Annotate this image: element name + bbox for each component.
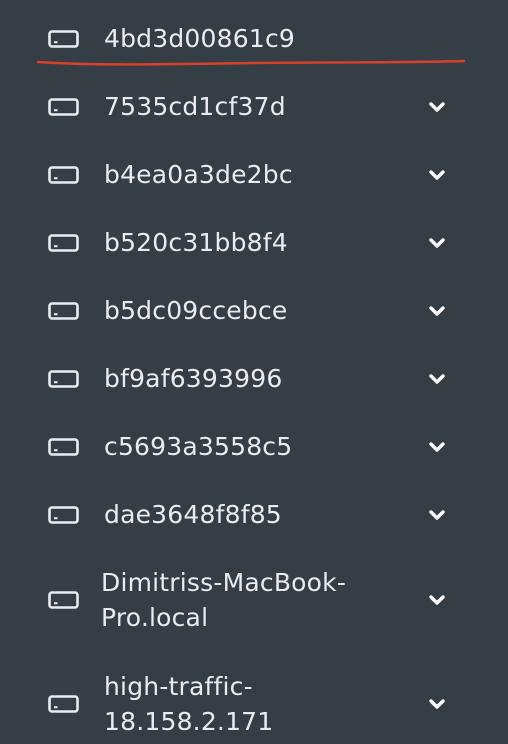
host-label: b5dc09ccebce: [104, 296, 288, 325]
host-item-c5693a3558c5[interactable]: c5693a3558c5: [0, 430, 508, 464]
host-item-b5dc09ccebce[interactable]: b5dc09ccebce: [0, 294, 508, 328]
host-label: bf9af6393996: [104, 364, 283, 393]
server-icon: [48, 30, 79, 48]
chevron-down-icon[interactable]: [428, 372, 446, 386]
server-icon: [48, 98, 79, 116]
host-item-high-traffic[interactable]: high-traffic- 18.158.2.171: [0, 669, 508, 739]
chevron-down-icon[interactable]: [428, 236, 446, 250]
chevron-down-icon[interactable]: [428, 697, 446, 711]
host-label: b520c31bb8f4: [104, 228, 288, 257]
host-item-4bd3d00861c9[interactable]: 4bd3d00861c9: [0, 22, 508, 56]
server-icon: [48, 591, 79, 609]
host-item-b520c31bb8f4[interactable]: b520c31bb8f4: [0, 226, 508, 260]
server-icon: [48, 234, 79, 252]
host-item-dimitriss-macbook-pro[interactable]: Dimitriss-MacBook- Pro.local: [0, 565, 508, 635]
host-item-7535cd1cf37d[interactable]: 7535cd1cf37d: [0, 90, 508, 124]
chevron-down-icon[interactable]: [428, 168, 446, 182]
server-icon: [48, 438, 79, 456]
host-label: dae3648f8f85: [104, 500, 282, 529]
host-label: 4bd3d00861c9: [104, 24, 295, 53]
host-item-b4ea0a3de2bc[interactable]: b4ea0a3de2bc: [0, 158, 508, 192]
host-label: b4ea0a3de2bc: [104, 160, 293, 189]
chevron-down-icon[interactable]: [428, 304, 446, 318]
host-label: c5693a3558c5: [104, 432, 293, 461]
host-list: 4bd3d00861c9 7535cd1cf37d b4ea0a3de2bc b…: [0, 0, 508, 744]
host-label: high-traffic- 18.158.2.171: [104, 672, 274, 736]
chevron-down-icon[interactable]: [428, 593, 446, 607]
server-icon: [48, 370, 79, 388]
host-item-bf9af6393996[interactable]: bf9af6393996: [0, 362, 508, 396]
server-icon: [48, 695, 79, 713]
host-label: 7535cd1cf37d: [104, 92, 286, 121]
chevron-down-icon[interactable]: [428, 440, 446, 454]
host-item-dae3648f8f85[interactable]: dae3648f8f85: [0, 498, 508, 532]
chevron-down-icon[interactable]: [428, 508, 446, 522]
chevron-down-icon[interactable]: [428, 100, 446, 114]
server-icon: [48, 506, 79, 524]
server-icon: [48, 302, 79, 320]
host-label: Dimitriss-MacBook- Pro.local: [101, 568, 347, 632]
server-icon: [48, 166, 79, 184]
